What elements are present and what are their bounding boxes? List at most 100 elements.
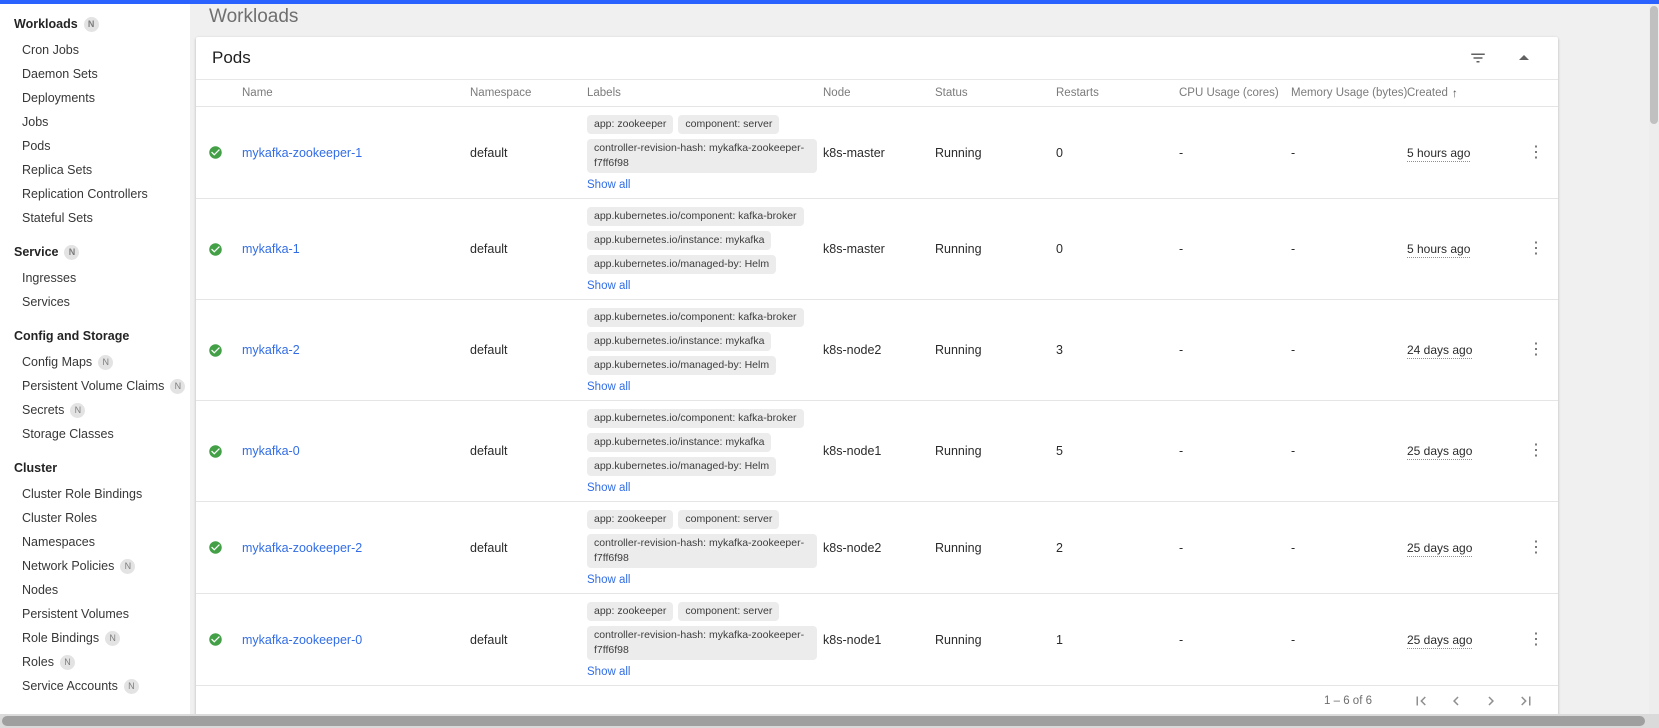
label-chip: app: zookeeper — [587, 115, 674, 134]
pod-name-link[interactable]: mykafka-zookeeper-0 — [242, 633, 362, 647]
chevron-right-icon[interactable] — [1479, 689, 1503, 713]
row-menu-icon[interactable]: ⋮ — [1528, 539, 1544, 556]
label-chip: app.kubernetes.io/managed-by: Helm — [587, 457, 777, 476]
sidebar-item-label: Persistent Volume Claims — [22, 379, 165, 393]
sidebar-item-nodes[interactable]: Nodes — [0, 578, 190, 602]
col-namespace[interactable]: Namespace — [470, 87, 587, 99]
pod-name-link[interactable]: mykafka-2 — [242, 343, 300, 357]
pod-cpu: - — [1179, 145, 1184, 160]
nav-section-workloads[interactable]: Workloads N — [0, 10, 190, 38]
sidebar-item-roles[interactable]: Roles N — [0, 650, 190, 674]
sidebar-item-daemon-sets[interactable]: Daemon Sets — [0, 62, 190, 86]
row-status-cell — [196, 343, 242, 358]
pod-status: Running — [935, 145, 982, 160]
pagination-range: 1 – 6 of 6 — [1324, 695, 1372, 707]
nav-section-label: Service — [14, 245, 59, 259]
show-all-link[interactable]: Show all — [587, 381, 630, 393]
col-namespace-label: Namespace — [470, 87, 532, 99]
sidebar-item-service-accounts[interactable]: Service Accounts N — [0, 674, 190, 698]
sidebar-item-ingresses[interactable]: Ingresses — [0, 266, 190, 290]
col-node[interactable]: Node — [823, 87, 935, 99]
sidebar-item-services[interactable]: Services — [0, 290, 190, 314]
nav-section-service[interactable]: Service N — [0, 238, 190, 266]
col-restarts[interactable]: Restarts — [1056, 87, 1179, 99]
row-menu-icon[interactable]: ⋮ — [1528, 144, 1544, 161]
sidebar-item-namespaces[interactable]: Namespaces — [0, 530, 190, 554]
sidebar-item-replication-controllers[interactable]: Replication Controllers — [0, 182, 190, 206]
col-status[interactable]: Status — [935, 87, 1056, 99]
row-menu-icon[interactable]: ⋮ — [1528, 241, 1544, 257]
pod-created: 25 days ago — [1407, 540, 1473, 557]
sidebar-item-replica-sets[interactable]: Replica Sets — [0, 158, 190, 182]
pod-memory: - — [1291, 145, 1296, 160]
label-chip: app.kubernetes.io/component: kafka-broke… — [587, 308, 804, 327]
sidebar-item-cluster-roles[interactable]: Cluster Roles — [0, 506, 190, 530]
sidebar-item-label: Role Bindings — [22, 631, 100, 645]
nav-section-cluster[interactable]: Cluster — [0, 454, 190, 482]
show-all-link[interactable]: Show all — [587, 482, 630, 494]
col-memory[interactable]: Memory Usage (bytes) — [1291, 87, 1407, 99]
pod-labels-cell: app.kubernetes.io/component: kafka-broke… — [587, 300, 823, 400]
sidebar-item-pods[interactable]: Pods — [0, 134, 190, 158]
label-chip: app.kubernetes.io/instance: mykafka — [587, 332, 772, 351]
pod-name-link[interactable]: mykafka-1 — [242, 242, 300, 256]
vertical-scrollbar[interactable] — [1649, 4, 1659, 714]
last-page-icon[interactable] — [1514, 689, 1538, 713]
chevron-left-icon[interactable] — [1444, 689, 1468, 713]
pod-name-link[interactable]: mykafka-zookeeper-2 — [242, 541, 362, 555]
row-status-cell — [196, 145, 242, 160]
table-row: mykafka-zookeeper-1 default app: zookeep… — [196, 107, 1558, 199]
sidebar-item-stateful-sets[interactable]: Stateful Sets — [0, 206, 190, 230]
status-ok-icon — [208, 540, 223, 555]
sidebar-item-deployments[interactable]: Deployments — [0, 86, 190, 110]
first-page-icon[interactable] — [1409, 689, 1433, 713]
row-menu-icon[interactable]: ⋮ — [1528, 342, 1544, 358]
collapse-card-icon[interactable] — [1512, 46, 1536, 70]
pod-name-link[interactable]: mykafka-0 — [242, 444, 300, 458]
show-all-link[interactable]: Show all — [587, 574, 630, 586]
sidebar-item-secrets[interactable]: Secrets N — [0, 398, 190, 422]
pod-cpu: - — [1179, 444, 1184, 458]
row-status-cell — [196, 632, 242, 647]
col-created[interactable]: Created ↑ — [1407, 86, 1522, 100]
show-all-link[interactable]: Show all — [587, 666, 630, 678]
sidebar-item-label: Stateful Sets — [22, 211, 93, 225]
sidebar-item-cron-jobs[interactable]: Cron Jobs — [0, 38, 190, 62]
sidebar-item-label: Cluster Roles — [22, 511, 98, 525]
horizontal-scrollbar-thumb[interactable] — [2, 716, 1645, 726]
sidebar-item-storage-classes[interactable]: Storage Classes — [0, 422, 190, 446]
pod-cpu: - — [1179, 343, 1184, 357]
show-all-link[interactable]: Show all — [587, 280, 630, 292]
nav-section-config-and-storage[interactable]: Config and Storage — [0, 322, 190, 350]
sidebar-item-network-policies[interactable]: Network Policies N — [0, 554, 190, 578]
filter-icon[interactable] — [1466, 46, 1490, 70]
namespaced-badge: N — [70, 402, 86, 418]
namespaced-badge: N — [170, 378, 186, 394]
pod-labels: app: zookeeper component: server controlle… — [587, 602, 817, 660]
sidebar-item-config-maps[interactable]: Config Maps N — [0, 350, 190, 374]
vertical-scrollbar-thumb[interactable] — [1650, 6, 1658, 124]
show-all-link[interactable]: Show all — [587, 179, 630, 191]
sidebar-item-cluster-role-bindings[interactable]: Cluster Role Bindings — [0, 482, 190, 506]
pod-name-link[interactable]: mykafka-zookeeper-1 — [242, 146, 362, 160]
col-labels[interactable]: Labels — [587, 87, 823, 99]
row-menu-icon[interactable]: ⋮ — [1528, 443, 1544, 459]
status-ok-icon — [208, 343, 223, 358]
col-cpu[interactable]: CPU Usage (cores) — [1179, 87, 1291, 99]
horizontal-scrollbar[interactable] — [0, 714, 1659, 728]
pod-namespace: default — [470, 145, 508, 160]
pod-cpu: - — [1179, 632, 1184, 647]
pod-status: Running — [935, 242, 982, 256]
sidebar-item-persistent-volumes[interactable]: Persistent Volumes — [0, 602, 190, 626]
label-chip: app.kubernetes.io/component: kafka-broke… — [587, 207, 804, 226]
row-menu-icon[interactable]: ⋮ — [1528, 631, 1544, 648]
sidebar-item-role-bindings[interactable]: Role Bindings N — [0, 626, 190, 650]
sidebar-item-label: Services — [22, 295, 70, 309]
label-chip: app.kubernetes.io/component: kafka-broke… — [587, 409, 804, 428]
sidebar-item-persistent-volume-claims[interactable]: Persistent Volume Claims N — [0, 374, 190, 398]
label-chip: app.kubernetes.io/instance: mykafka — [587, 231, 772, 250]
col-name[interactable]: Name — [242, 87, 470, 99]
sidebar-item-jobs[interactable]: Jobs — [0, 110, 190, 134]
pod-node: k8s-node1 — [823, 444, 882, 458]
pod-labels: app: zookeeper component: server controlle… — [587, 510, 817, 568]
